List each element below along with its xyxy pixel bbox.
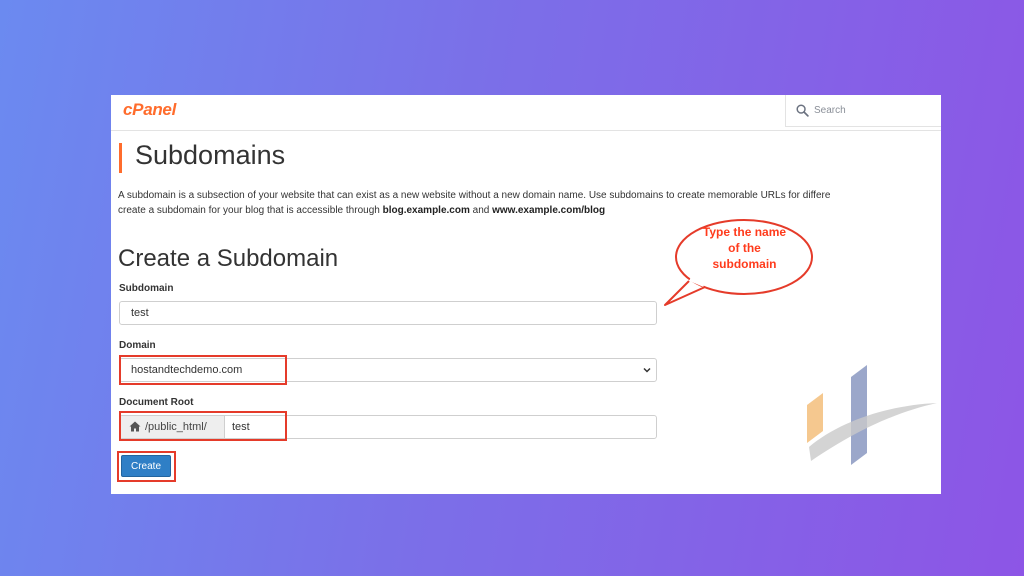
top-bar: cPanel [111, 95, 941, 131]
callout-line-1: Type the name [702, 225, 787, 239]
document-root-label: Document Root [119, 397, 194, 408]
subdomain-label: Subdomain [119, 283, 174, 294]
description-line-1: A subdomain is a subsection of your webs… [118, 190, 831, 201]
create-highlight-box [117, 451, 176, 482]
section-title: Create a Subdomain [118, 245, 339, 272]
subdomain-input[interactable]: test [119, 301, 657, 325]
example-url-1: blog.example.com [382, 205, 470, 216]
document-root-highlight-box [119, 411, 287, 441]
domain-highlight-box [119, 355, 287, 385]
cpanel-logo[interactable]: cPanel [123, 100, 176, 120]
page-description: A subdomain is a subsection of your webs… [118, 188, 941, 218]
subdomain-value: test [131, 307, 149, 319]
brand-watermark-logo [807, 365, 937, 465]
example-url-2: www.example.com/blog [492, 205, 606, 216]
callout-text: Type the name of the subdomain [681, 224, 808, 272]
search-box[interactable] [785, 95, 941, 127]
search-input[interactable] [814, 102, 934, 118]
search-icon [796, 104, 809, 117]
description-line-2: create a subdomain for your blog that is… [118, 203, 941, 218]
description-text: create a subdomain for your blog that is… [118, 205, 383, 216]
title-accent-bar [119, 143, 122, 173]
page-title: Subdomains [135, 140, 286, 170]
callout-line-3: subdomain [712, 257, 777, 271]
screenshot-panel: cPanel Subdomains A subdomain is a subse… [111, 95, 941, 494]
description-and: and [469, 205, 493, 216]
domain-label: Domain [119, 340, 156, 351]
chevron-down-icon [643, 367, 651, 373]
callout-line-2: of the [728, 241, 761, 255]
